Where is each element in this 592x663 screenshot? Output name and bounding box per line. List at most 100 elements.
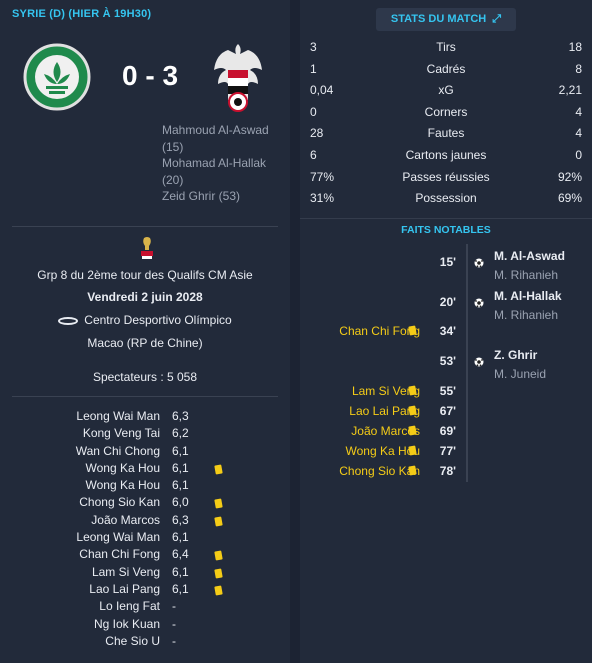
stat-away-value: 4 [575,104,582,119]
player-rating: 6,1 [172,443,189,458]
competition-name[interactable]: Grp 8 du 2ème tour des Qualifs CM Asie [0,268,290,282]
player-name[interactable]: Leong Wai Man [76,530,160,544]
scorer-line[interactable]: Zeid Ghrir (53) [162,188,269,205]
rating-row[interactable]: Lo Ieng Fat - [0,598,290,615]
rating-row[interactable]: Chong Sio Kan 6,0 [0,494,290,511]
stats-table: 3 Tirs 18 1 Cadrés 8 0,04 xG 2,21 0 Corners 4 28 Faut… [300,38,592,211]
player-name[interactable]: Ng Iok Kuan [94,617,160,631]
event-minute: 15' [439,255,456,269]
stat-away-value: 2,21 [558,83,582,98]
goal-assist[interactable]: M. Rihanieh [494,268,558,282]
player-rating: 6,2 [172,426,189,441]
event-minute: 20' [439,295,456,309]
player-name[interactable]: Chong Sio Kan [79,495,160,509]
yellow-card-icon [408,385,417,396]
rating-row[interactable]: Leong Wai Man 6,1 [0,529,290,546]
highlights-title: FAITS NOTABLES [401,224,491,236]
stadium-icon [58,316,79,325]
goal-scorer[interactable]: Z. Ghrir [494,348,537,362]
goal-event[interactable]: 15' M. Al-Aswad M. Rihanieh [300,249,592,282]
venue-row: Centro Desportivo Olímpico [0,313,290,327]
match-date: Vendredi 2 juin 2028 [87,290,203,304]
rating-row[interactable]: Wong Ka Hou 6,1 [0,477,290,494]
scorer-line[interactable]: Mohamad Al-Hallak [162,155,269,172]
stat-row: 0 Corners 4 [300,103,592,125]
rating-row[interactable]: Wan Chi Chong 6,1 [0,443,290,460]
yellow-card-icon [214,585,223,596]
rating-row[interactable]: Che Sio U- [0,633,290,650]
card-event[interactable]: 55' Lam Si Veng [300,381,592,401]
goal-event[interactable]: 20' M. Al-Hallak M. Rihanieh [300,289,592,322]
yellow-card-icon [214,568,223,579]
event-minute: 77' [439,444,456,458]
player-name[interactable]: Lam Si Veng [92,565,160,579]
yellow-card-icon [408,465,417,476]
player-rating: - [172,633,176,648]
card-event[interactable]: 34' Chan Chi Fong [300,321,592,341]
player-name[interactable]: Lo Ieng Fat [99,599,160,613]
rating-row[interactable]: Lam Si Veng 6,1 [0,564,290,581]
player-name[interactable]: João Marcos [91,513,160,527]
player-rating: 6,3 [172,512,189,527]
goal-event[interactable]: 53' Z. Ghrir M. Juneid [300,348,592,381]
yellow-card-icon [214,464,223,475]
player-name[interactable]: Wong Ka Hou [86,461,161,475]
card-event[interactable]: 67' Lao Lai Pang [300,401,592,421]
rating-row[interactable]: Chan Chi Fong 6,4 [0,546,290,563]
yellow-card-icon [214,550,223,561]
scorer-line: (15) [162,139,184,154]
player-rating: 6,0 [172,495,189,510]
goal-scorer[interactable]: M. Al-Hallak [494,289,562,303]
player-rating: 6,1 [172,581,189,596]
goal-assist[interactable]: M. Juneid [494,367,546,381]
rating-row[interactable]: Kong Veng Tai 6,2 [0,425,290,442]
card-event[interactable]: 77' Wong Ka Hou [300,441,592,461]
player-name[interactable]: Wan Chi Chong [76,444,160,458]
stat-label: xG [438,83,454,98]
player-rating: 6,1 [172,460,189,475]
attendance: Spectateurs : 5 058 [92,370,198,384]
match-score: 0 - 3 [121,60,179,91]
card-event[interactable]: 78' Chong Sio Kan [300,461,592,481]
match-stats-button[interactable]: STATS DU MATCH ⤢ [376,8,516,31]
player-name[interactable]: Leong Wai Man [76,409,160,423]
match-stats-panel: STATS DU MATCH ⤢ 3 Tirs 18 1 Cadrés 8 0,04 xG 2,2… [300,0,592,663]
macau-crest-icon[interactable] [22,40,92,116]
event-minute: 53' [439,354,456,368]
stat-label: Possession [415,191,477,206]
player-rating: - [172,599,176,614]
rating-row[interactable]: Ng Iok Kuan - [0,616,290,633]
rating-row[interactable]: Lao Lai Pang 6,1 [0,581,290,598]
match-header-title[interactable]: SYRIE (D) (HIER À 19H30) [12,8,151,20]
player-name[interactable]: Lao Lai Pang [89,582,160,596]
stat-away-value: 8 [575,61,582,76]
stat-label: Fautes [427,126,465,141]
match-summary-panel: SYRIE (D) (HIER À 19H30) 0 - 3 Mahmoud A… [0,0,290,663]
player-name[interactable]: Kong Veng Tai [83,426,160,440]
yellow-card-icon [214,498,223,510]
stat-row: 0,04 xG 2,21 [300,81,592,103]
venue-name[interactable]: Centro Desportivo Olímpico [84,313,231,327]
stat-label: Corners [424,104,468,119]
event-minute: 78' [439,464,456,478]
goal-assist[interactable]: M. Rihanieh [494,308,558,322]
event-minute: 69' [439,424,456,438]
player-name[interactable]: Wong Ka Hou [86,478,161,492]
player-rating: - [172,616,176,631]
syria-eagle-crest-icon[interactable] [210,40,266,116]
stat-row: 3 Tirs 18 [300,38,592,60]
divider [300,218,592,219]
stat-row: 77% Passes réussies 92% [300,168,592,190]
divider [12,226,278,227]
rating-row[interactable]: Wong Ka Hou 6,1 [0,460,290,477]
player-name[interactable]: Che Sio U [105,634,160,648]
scorer-line[interactable]: Mahmoud Al-Aswad [162,122,269,139]
rating-row[interactable]: João Marcos 6,3 [0,512,290,529]
card-event[interactable]: 69' João Marcos [300,421,592,441]
player-rating: 6,4 [172,547,189,562]
rating-row[interactable]: Leong Wai Man 6,3 [0,408,290,425]
goal-scorer[interactable]: M. Al-Aswad [494,249,565,263]
player-name[interactable]: Chan Chi Fong [79,547,160,561]
event-minute: 34' [439,324,456,338]
football-icon [474,298,484,308]
